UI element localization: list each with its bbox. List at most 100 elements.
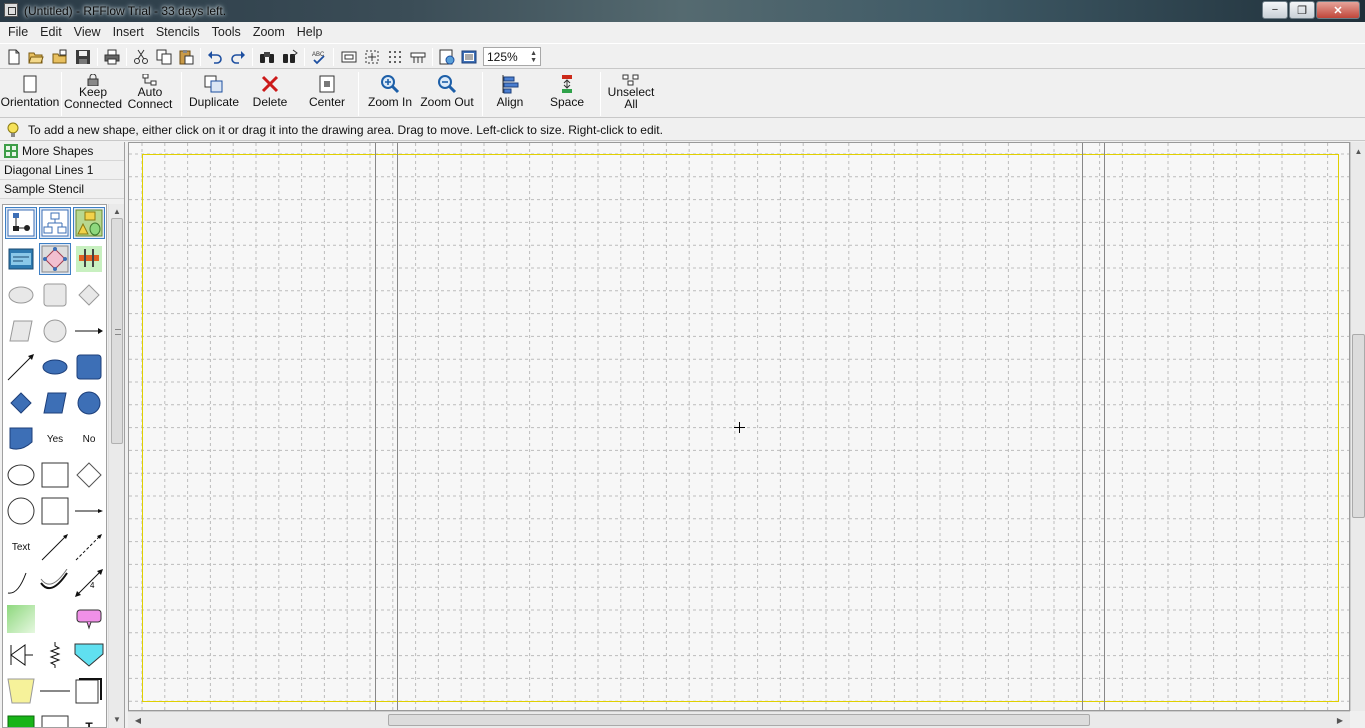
menu-zoom[interactable]: Zoom: [247, 25, 291, 39]
duplicate-button[interactable]: Duplicate: [186, 72, 242, 116]
crescent-shape[interactable]: [39, 603, 71, 635]
diamond-shape[interactable]: [73, 279, 105, 311]
properties-icon[interactable]: [437, 47, 457, 67]
horizontal-line-shape[interactable]: [39, 675, 71, 707]
yellow-trapezoid-shape[interactable]: [5, 675, 37, 707]
cut-icon[interactable]: [131, 47, 151, 67]
show-grid-icon[interactable]: [385, 47, 405, 67]
scroll-right-arrow-icon[interactable]: ▶: [1332, 713, 1348, 727]
delete-button[interactable]: Delete: [246, 72, 294, 116]
stencil-tab-sample-stencil[interactable]: Sample Stencil: [0, 180, 124, 199]
shadow-box-shape[interactable]: [73, 675, 105, 707]
space-button[interactable]: Space: [545, 72, 589, 116]
green-square-shape[interactable]: [5, 711, 37, 727]
stencil-scroll-thumb[interactable]: [111, 218, 123, 444]
app-icon[interactable]: [4, 3, 18, 17]
replace-icon[interactable]: [280, 47, 300, 67]
outline-box-shape[interactable]: [39, 711, 71, 727]
stencil-scrollbar[interactable]: ▲ ▼: [108, 204, 124, 728]
scroll-up-arrow-icon[interactable]: ▲: [1351, 144, 1365, 158]
org-chart-stencil-shape[interactable]: [39, 207, 71, 239]
align-button[interactable]: Align: [488, 72, 532, 116]
orientation-button[interactable]: Orientation: [1, 72, 59, 116]
keep-connected-button[interactable]: Keep Connected: [64, 72, 122, 116]
new-document-icon[interactable]: [4, 47, 24, 67]
zoom-in-button[interactable]: Zoom In: [364, 72, 416, 116]
stencil-tab-diagonal-lines[interactable]: Diagonal Lines 1: [0, 161, 124, 180]
page-view-icon[interactable]: [339, 47, 359, 67]
no-label-shape[interactable]: No: [73, 423, 105, 455]
redo-icon[interactable]: [228, 47, 248, 67]
curve-line-shape[interactable]: [5, 567, 37, 599]
menu-view[interactable]: View: [68, 25, 107, 39]
data-flow-stencil-shape[interactable]: [39, 243, 71, 275]
copy-icon[interactable]: [154, 47, 174, 67]
menu-tools[interactable]: Tools: [206, 25, 247, 39]
scroll-down-arrow-icon[interactable]: ▼: [109, 712, 125, 726]
menu-insert[interactable]: Insert: [107, 25, 150, 39]
menu-edit[interactable]: Edit: [34, 25, 68, 39]
open-stencil-icon[interactable]: [50, 47, 70, 67]
diagonal-line-shape[interactable]: [39, 531, 71, 563]
dashed-line-shape[interactable]: [73, 531, 105, 563]
cyan-pentagon-shape[interactable]: [73, 639, 105, 671]
zoom-select[interactable]: 125% ▲ ▼: [483, 47, 541, 66]
snap-grid-icon[interactable]: [362, 47, 382, 67]
zoom-out-button[interactable]: Zoom Out: [420, 72, 474, 116]
drawing-canvas[interactable]: [128, 142, 1350, 711]
close-button[interactable]: ✕: [1316, 1, 1360, 19]
resistor-symbol-shape[interactable]: [39, 639, 71, 671]
basic-shapes-stencil-shape[interactable]: [73, 207, 105, 239]
u-curve-shape[interactable]: [39, 567, 71, 599]
title-bar[interactable]: (Untitled) - RFFlow Trial - 33 days left…: [0, 0, 1365, 22]
minimize-button[interactable]: −: [1262, 1, 1288, 19]
undo-icon[interactable]: [205, 47, 225, 67]
menu-help[interactable]: Help: [291, 25, 329, 39]
scroll-up-arrow-icon[interactable]: ▲: [109, 204, 125, 218]
paste-icon[interactable]: [176, 47, 196, 67]
outline-rectangle-shape[interactable]: [39, 459, 71, 491]
print-icon[interactable]: [102, 47, 122, 67]
find-icon[interactable]: [257, 47, 277, 67]
menu-stencils[interactable]: Stencils: [150, 25, 206, 39]
rounded-rectangle-shape[interactable]: [39, 279, 71, 311]
outline-circle-shape[interactable]: [5, 495, 37, 527]
outline-ellipse-shape[interactable]: [5, 459, 37, 491]
blue-rounded-rectangle-shape[interactable]: [73, 351, 105, 383]
ruler-icon[interactable]: [408, 47, 428, 67]
flowchart-stencil-shape[interactable]: [5, 207, 37, 239]
circle-shape[interactable]: [39, 315, 71, 347]
text-shape[interactable]: Text: [5, 531, 37, 563]
unselect-all-button[interactable]: Unselect All: [606, 72, 656, 116]
spinner-arrows-icon[interactable]: ▲ ▼: [530, 50, 537, 64]
electrical-stencil-shape[interactable]: [73, 243, 105, 275]
diagonal-arrow-shape[interactable]: [5, 351, 37, 383]
save-icon[interactable]: [73, 47, 93, 67]
stencil-manager-icon[interactable]: [459, 47, 479, 67]
text-tool-icon[interactable]: T: [73, 711, 105, 727]
capacitor-symbol-shape[interactable]: [5, 639, 37, 671]
vertical-scrollbar[interactable]: ▲: [1350, 142, 1365, 711]
arrow-line-shape[interactable]: [73, 315, 105, 347]
auto-connect-button[interactable]: Auto Connect: [124, 72, 176, 116]
horizontal-scrollbar[interactable]: ◀ ▶: [128, 711, 1350, 728]
scroll-left-arrow-icon[interactable]: ◀: [130, 713, 146, 727]
parallelogram-shape[interactable]: [5, 315, 37, 347]
pink-callout-shape[interactable]: [73, 603, 105, 635]
more-shapes-button[interactable]: More Shapes: [0, 142, 124, 161]
horizontal-scroll-thumb[interactable]: [388, 714, 1090, 726]
yes-label-shape[interactable]: Yes: [39, 423, 71, 455]
maximize-button[interactable]: ❐: [1289, 1, 1315, 19]
blue-ellipse-shape[interactable]: [39, 351, 71, 383]
center-button[interactable]: Center: [303, 72, 351, 116]
thin-arrow-shape[interactable]: [73, 495, 105, 527]
green-gradient-shape[interactable]: [5, 603, 37, 635]
network-stencil-shape[interactable]: [5, 243, 37, 275]
outline-square-shape[interactable]: [39, 495, 71, 527]
blue-parallelogram-shape[interactable]: [39, 387, 71, 419]
outline-diamond-shape[interactable]: [73, 459, 105, 491]
spell-check-icon[interactable]: ABC: [309, 47, 329, 67]
blue-circle-shape[interactable]: [73, 387, 105, 419]
dimension-line-shape[interactable]: 4: [73, 567, 105, 599]
open-folder-icon[interactable]: [26, 47, 46, 67]
